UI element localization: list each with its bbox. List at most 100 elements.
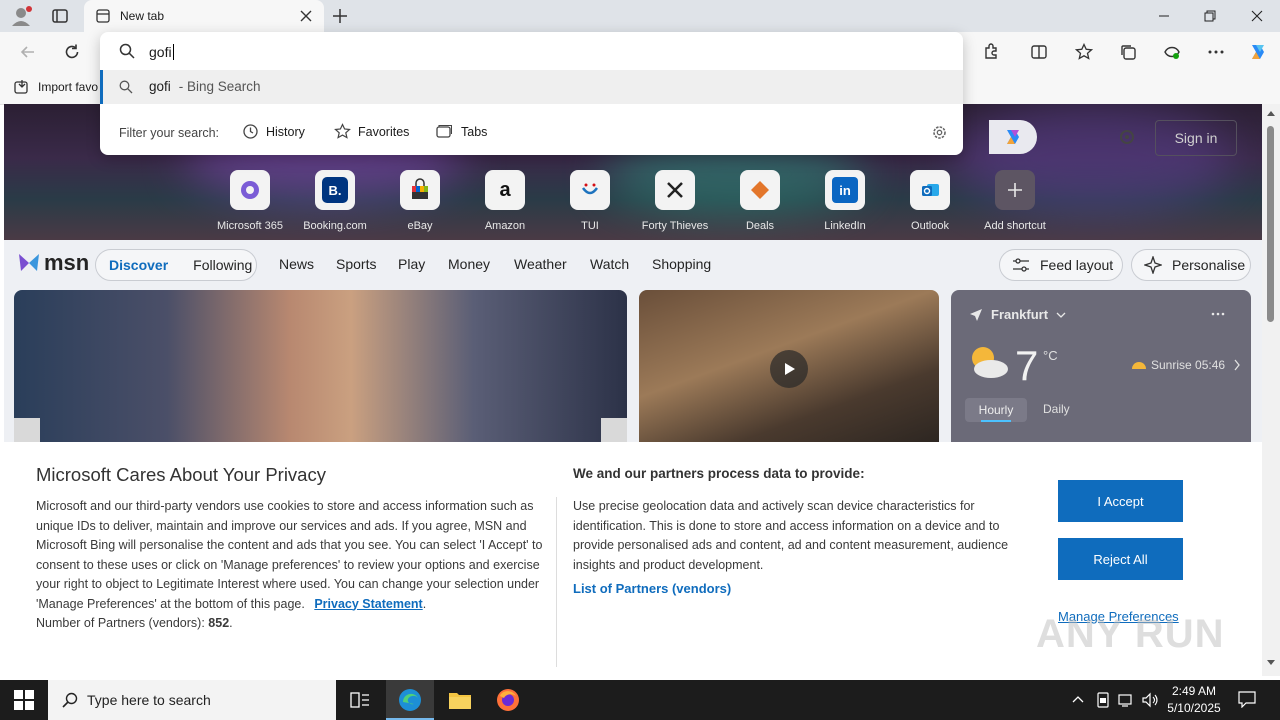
shortcut-booking[interactable]: B. Booking.com [287,170,383,232]
msn-logo-text: msn [44,250,90,275]
dropdown-settings-icon[interactable] [931,124,948,141]
filter-favorites[interactable]: Favorites [334,123,409,140]
tab-new-tab[interactable]: New tab [84,0,324,32]
linkedin-icon: in [825,170,865,210]
hourly-label: Hourly [978,403,1014,417]
firefox-icon[interactable] [496,688,520,712]
taskbar-search[interactable]: Type here to search [48,680,336,720]
shortcut-amazon[interactable]: a Amazon [457,170,553,232]
start-button[interactable] [14,690,34,710]
clock[interactable]: 2:49 AM 5/10/2025 [1162,683,1226,717]
daily-tab[interactable]: Daily [1043,402,1070,416]
back-button[interactable] [12,36,44,68]
scroll-down-icon[interactable] [1267,660,1275,666]
new-tab-button[interactable] [330,6,350,26]
shortcut-deals[interactable]: Deals [712,170,808,232]
hourly-tab-underline [981,420,1011,422]
close-tab-icon[interactable] [300,10,312,22]
scroll-up-icon[interactable] [1267,110,1275,116]
privacy-title: Microsoft Cares About Your Privacy [36,464,326,485]
address-input[interactable]: gofi [149,42,929,62]
settings-gear-icon[interactable] [1118,128,1136,146]
more-options-icon[interactable] [1211,312,1225,316]
nav-weather[interactable]: Weather [514,256,567,272]
copilot-icon[interactable] [1242,36,1274,68]
taskbar-search-icon [62,692,78,708]
partners-list-link[interactable]: List of Partners (vendors) [573,581,731,596]
privacy-statement-link[interactable]: Privacy Statement [314,597,422,611]
tab-following[interactable]: Following [193,257,252,273]
close-window-button[interactable] [1234,0,1280,32]
copilot-search-icon[interactable] [989,120,1037,154]
tab-title: New tab [120,9,165,23]
taskbar-search-placeholder: Type here to search [87,692,211,708]
performance-icon[interactable] [1156,36,1188,68]
feed-layout-button[interactable]: Feed layout [999,249,1123,281]
restore-button[interactable] [1187,0,1233,32]
nav-money[interactable]: Money [448,256,490,272]
notifications-icon[interactable] [1238,690,1256,708]
msn-logo[interactable]: msn [16,250,89,276]
feed-tabs: Discover Following [95,249,257,281]
sunrise-info[interactable]: Sunrise 05:46 [1131,358,1241,372]
suggestion-row[interactable]: gofi - Bing Search [100,70,963,104]
hourly-tab[interactable]: Hourly [965,398,1027,422]
play-icon[interactable] [770,350,808,388]
filter-label: Filter your search: [119,126,220,140]
sign-in-label: Sign in [1174,130,1218,146]
favorites-star-icon[interactable] [1068,36,1100,68]
microsoft-365-icon [230,170,270,210]
news-card-main[interactable] [14,290,627,450]
minimize-button[interactable] [1141,0,1187,32]
sign-in-button[interactable]: Sign in [1155,120,1237,156]
nav-play[interactable]: Play [398,256,425,272]
filter-history[interactable]: History [242,123,305,140]
shortcut-ebay[interactable]: eBay [372,170,468,232]
accept-button[interactable]: I Accept [1058,480,1183,522]
tray-chevron-icon[interactable] [1072,694,1084,704]
personalise-button[interactable]: Personalise [1131,249,1251,281]
split-screen-icon[interactable] [1023,36,1055,68]
nav-sports[interactable]: Sports [336,256,376,272]
deals-tag-icon [740,170,780,210]
shortcut-microsoft-365[interactable]: Microsoft 365 [202,170,298,232]
shortcut-outlook[interactable]: Outlook [882,170,978,232]
outlook-icon [910,170,950,210]
collections-icon[interactable] [1112,36,1144,68]
shortcut-tui[interactable]: TUI [542,170,638,232]
profile-icon[interactable] [8,4,34,28]
network-icon[interactable] [1118,692,1134,708]
edge-taskbar-icon[interactable] [386,680,434,720]
filter-favorites-label: Favorites [358,124,410,139]
page-scrollbar[interactable] [1262,104,1280,676]
shortcut-forty-thieves[interactable]: Forty Thieves [627,170,723,232]
new-tab-icon [96,9,110,23]
filter-tabs[interactable]: Tabs [435,123,487,140]
partners-count-label: Number of Partners (vendors): [36,616,205,630]
video-card[interactable] [639,290,939,450]
more-menu-icon[interactable] [1200,36,1232,68]
import-favorites[interactable]: Import favo [14,78,98,96]
nav-news[interactable]: News [279,256,314,272]
tray-device-icon[interactable] [1096,692,1110,708]
task-view-icon[interactable] [350,690,370,710]
refresh-button[interactable] [56,36,88,68]
scroll-thumb[interactable] [1267,126,1274,322]
privacy-divider [556,497,557,667]
volume-icon[interactable] [1142,692,1160,708]
shortcut-add[interactable]: Add shortcut [967,170,1063,232]
reject-all-button[interactable]: Reject All [1058,538,1183,580]
tab-actions-icon[interactable] [50,6,70,26]
weather-location[interactable]: Frankfurt [969,307,1066,322]
anyrun-watermark: ANY RUN [1036,612,1225,656]
tab-discover[interactable]: Discover [109,257,168,273]
file-explorer-icon[interactable] [448,689,472,711]
address-value: gofi [149,44,172,60]
shortcut-linkedin[interactable]: in LinkedIn [797,170,893,232]
nav-shopping[interactable]: Shopping [652,256,711,272]
suggestion-accent [100,70,103,104]
nav-watch[interactable]: Watch [590,256,629,272]
extensions-icon[interactable] [975,36,1007,68]
address-bar-dropdown: gofi gofi - Bing Search Filter your sear… [100,32,963,155]
swords-icon [655,170,695,210]
